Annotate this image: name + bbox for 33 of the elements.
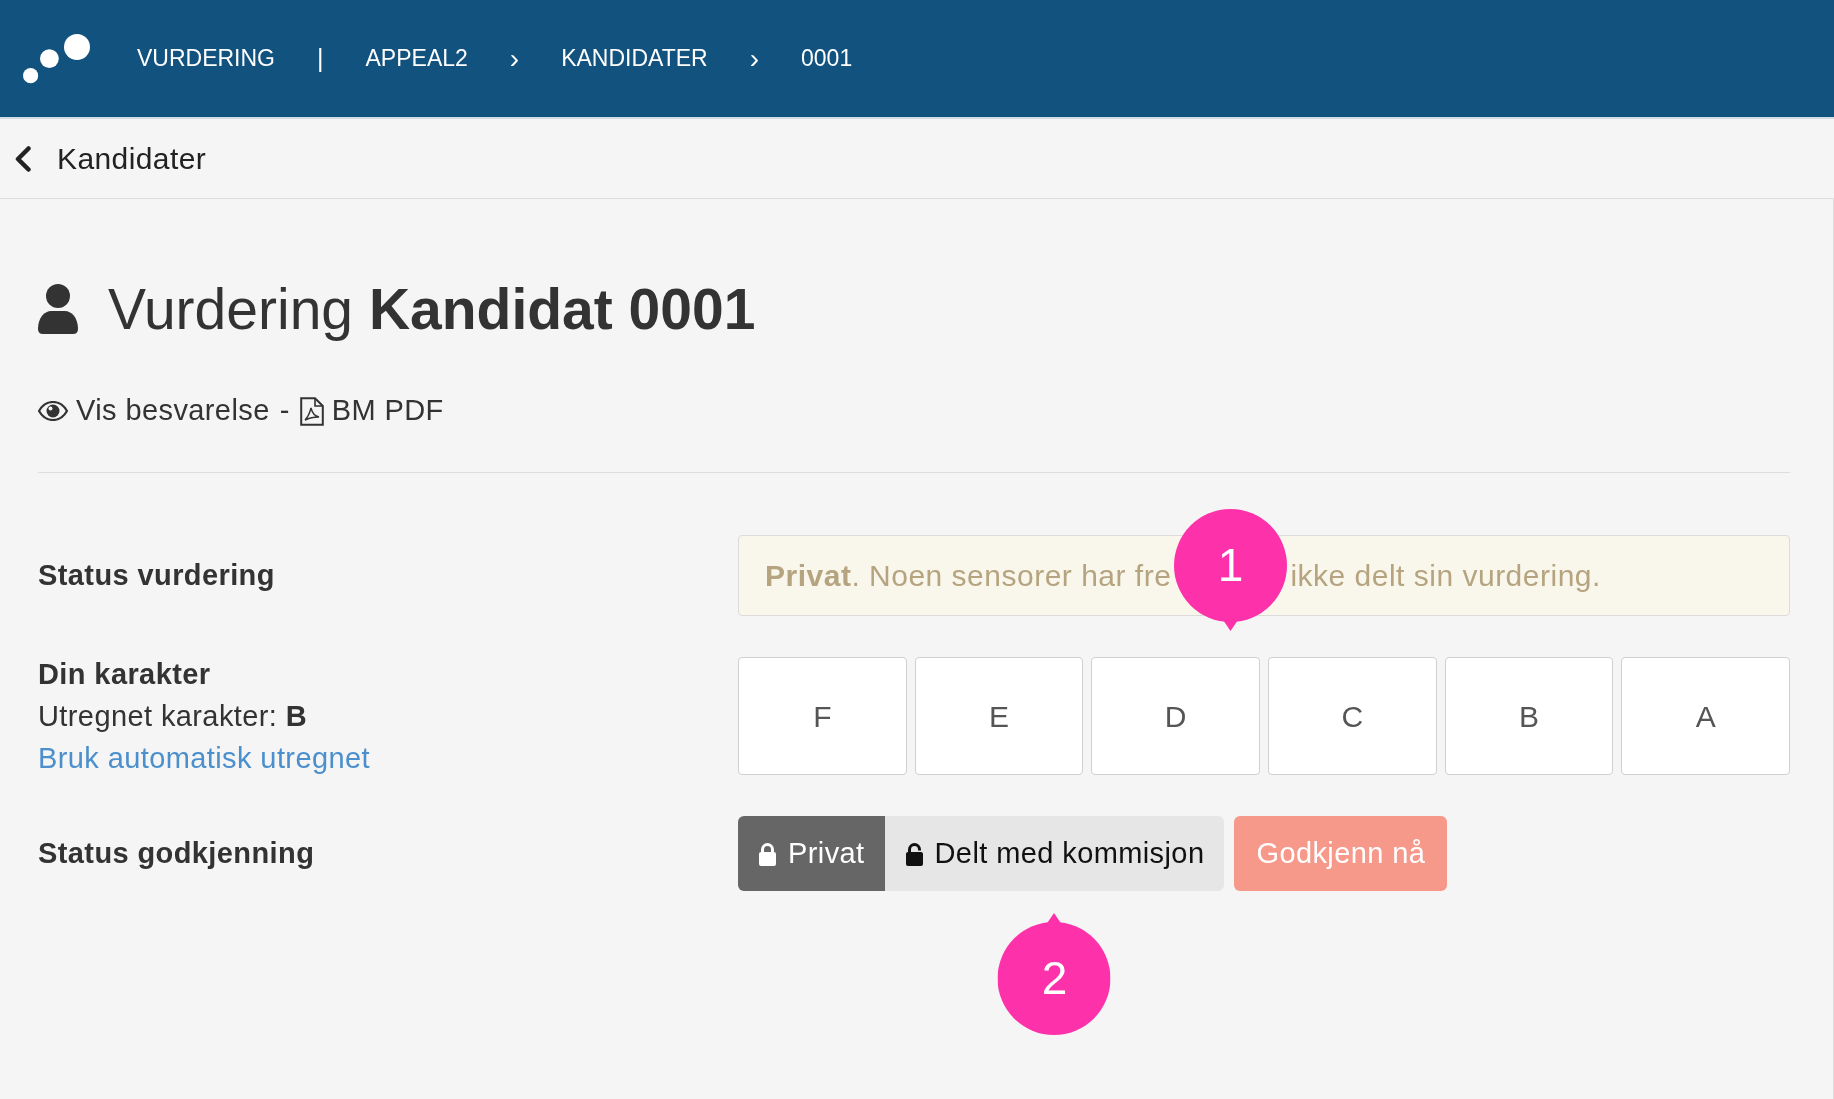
grade-button[interactable]: B: [1444, 657, 1614, 775]
lock-icon: [758, 841, 777, 866]
breadcrumb-link[interactable]: VURDERING: [137, 41, 275, 76]
unlocked-lock-icon: [904, 841, 924, 866]
approval-toggle[interactable]: Delt med kommisjon: [884, 816, 1225, 891]
grade-button[interactable]: D: [1091, 657, 1260, 775]
eye-icon: [38, 401, 68, 421]
logo-dots-icon[interactable]: [23, 33, 90, 84]
row-label: Din karakter: [38, 657, 211, 692]
back-link[interactable]: Kandidater: [14, 136, 207, 181]
row-label: Status godkjenning: [38, 835, 315, 871]
chevron-left-icon: [14, 145, 32, 172]
breadcrumb-separator: ›: [509, 44, 520, 73]
breadcrumb-link[interactable]: 0001: [801, 41, 853, 76]
status-message: ikke delt sin vurdering.: [1290, 558, 1601, 594]
row-label: Status vurdering: [38, 557, 275, 593]
computed-grade-text: Utregnet karakter: B: [38, 699, 308, 734]
breadcrumb-separator: ›: [749, 44, 759, 73]
approval-toggle[interactable]: Privat: [738, 816, 885, 891]
grade-button[interactable]: C: [1268, 657, 1437, 775]
link-separator: -: [279, 393, 290, 429]
breadcrumb-divider: |: [317, 42, 324, 74]
breadcrumb-link[interactable]: KANDIDATER: [561, 41, 708, 76]
view-answer-link[interactable]: Vis besvarelse: [38, 389, 270, 433]
page-title: Vurdering Kandidat 0001: [108, 276, 756, 343]
grade-button[interactable]: F: [738, 657, 907, 775]
breadcrumb-link[interactable]: APPEAL2: [365, 41, 468, 76]
status-message: Privat. Noen sensorer har fre: [765, 558, 1172, 594]
pdf-file-icon: [299, 396, 324, 426]
user-icon: [38, 284, 78, 334]
grade-button[interactable]: A: [1621, 657, 1791, 775]
grade-button[interactable]: E: [914, 657, 1084, 775]
pdf-link[interactable]: BM PDF: [299, 389, 444, 433]
